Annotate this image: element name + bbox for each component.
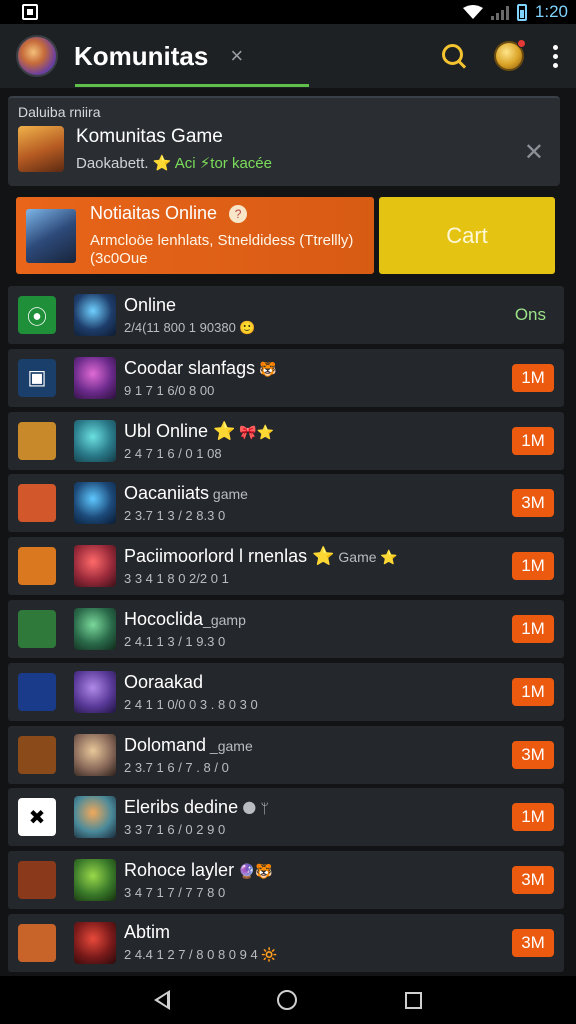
size-badge[interactable]: 1M	[512, 363, 554, 392]
featured-subtitle: Daokabett. ⭐ Aci ⚡tor kacée	[76, 155, 272, 172]
notification-dot	[517, 39, 526, 48]
recent-apps-icon[interactable]	[405, 991, 423, 1009]
game-avatar	[74, 356, 116, 399]
list-item-subtitle: 9 1 7 1 6/0 8 00	[124, 382, 215, 398]
size-badge[interactable]: Ons	[507, 301, 554, 329]
list-item-subtitle: 3 4 7 1 7 / 7 7 8 0	[124, 885, 226, 901]
featured-title: Komunitas Game	[76, 126, 223, 147]
coin-icon[interactable]	[494, 39, 526, 71]
game-avatar	[74, 607, 116, 650]
signal-icon	[490, 4, 509, 20]
list-item-title: Ubl Online ⭐ 🎀⭐	[124, 420, 275, 441]
list-item-title: Paciimoorlord l rnenlas ⭐ Game ⭐	[124, 546, 398, 567]
status-bar: 1:20	[0, 0, 576, 24]
size-badge[interactable]: 3M	[512, 740, 554, 769]
app-icon	[18, 735, 56, 774]
list-item-title: Rohoce layler 🔮🐯	[124, 860, 273, 881]
wifi-icon	[462, 5, 483, 19]
active-tab-indicator	[75, 84, 309, 87]
list-item-title: Dolomand _game	[124, 734, 253, 755]
app-icon: ✖	[18, 798, 56, 837]
list-item[interactable]: Ooraakad 2 4 1 1 0/0 0 3 . 8 0 3 0 1M	[8, 662, 564, 721]
home-icon[interactable]	[277, 990, 298, 1010]
list-item[interactable]: ▣ Coodar slanfags 🐯 9 1 7 1 6/0 8 00 1M	[8, 348, 564, 407]
list-item-subtitle: 2/4(11 800 1 90380 🙂	[124, 319, 256, 335]
game-avatar	[74, 921, 116, 964]
size-badge[interactable]: 3M	[512, 866, 554, 895]
app-icon: ▣	[18, 358, 56, 397]
featured-header: Daluiba rniira	[18, 104, 101, 120]
app-icon	[18, 923, 56, 962]
promo-badge-icon: ?	[229, 205, 248, 223]
app-icon: ⦿	[18, 296, 56, 334]
list-item[interactable]: ✖ Eleribs dedine 🌑 ᛘ 3 3 7 1 6 / 0 2 9 0 1M	[8, 788, 564, 847]
list-item[interactable]: Hococlida_gamp 2 4.1 1 3 / 1 9.3 0 1M	[8, 599, 564, 658]
list-item[interactable]: Abtim 2 4.4 1 2 7 / 8 0 8 0 9 4 🔆 3M	[8, 913, 564, 972]
more-options-icon[interactable]	[550, 44, 560, 68]
app-icon	[18, 861, 56, 900]
list-item-title: Coodar slanfags 🐯	[124, 357, 277, 378]
close-icon[interactable]: ×	[230, 43, 243, 69]
app-icon	[18, 672, 56, 711]
game-avatar	[74, 859, 116, 902]
featured-game-thumbnail	[18, 126, 64, 172]
status-time: 1:20	[534, 2, 568, 21]
list-item-subtitle: 2 4 1 1 0/0 0 3 . 8 0 3 0	[124, 696, 258, 712]
app-bar: Komunitas ×	[0, 24, 576, 88]
list-item-title: Hococlida_gamp	[124, 608, 246, 629]
list-item-title: Oacaniiats game	[124, 483, 248, 504]
size-badge[interactable]: 1M	[512, 677, 554, 706]
list-item-subtitle: 2 3.7 1 6 / 7 . 8 / 0	[124, 759, 229, 775]
list-item-subtitle: 2 4 7 1 6 / 0 1 08	[124, 445, 222, 461]
avatar[interactable]	[16, 35, 58, 77]
search-icon[interactable]	[440, 42, 468, 70]
battery-icon	[516, 3, 527, 21]
list-item[interactable]: Rohoce layler 🔮🐯 3 4 7 1 7 / 7 7 8 0 3M	[8, 851, 564, 910]
size-badge[interactable]: 3M	[512, 489, 554, 518]
featured-notification-card[interactable]: Daluiba rniira Komunitas Game Daokabett.…	[8, 96, 560, 186]
size-badge[interactable]: 1M	[512, 614, 554, 643]
back-icon[interactable]	[153, 990, 170, 1010]
list-item[interactable]: Ubl Online ⭐ 🎀⭐ 2 4 7 1 6 / 0 1 08 1M	[8, 411, 564, 470]
game-avatar	[74, 294, 116, 336]
list-item-subtitle: 3 3 7 1 6 / 0 2 9 0	[124, 822, 226, 838]
size-badge[interactable]: 1M	[512, 552, 554, 581]
size-badge[interactable]: 3M	[512, 928, 554, 957]
promo-title: Notiaitas Online?	[90, 203, 353, 224]
list-item[interactable]: Oacaniiats game 2 3.7 1 3 / 2 8.3 0 3M	[8, 474, 564, 533]
list-item-title: Abtim	[124, 922, 171, 943]
list-item-title: Eleribs dedine 🌑 ᛘ	[124, 797, 269, 818]
cart-button[interactable]: Cart	[379, 197, 555, 274]
list-item-subtitle: 2 4.4 1 2 7 / 8 0 8 0 9 4 🔆	[124, 947, 278, 963]
game-avatar	[74, 419, 116, 462]
list-item[interactable]: Paciimoorlord l rnenlas ⭐ Game ⭐ 3 3 4 1 …	[8, 537, 564, 596]
size-badge[interactable]: 1M	[512, 426, 554, 455]
promo-description: Armcloöe lenhlats, Stneldidess (Ttrellly…	[90, 232, 354, 267]
app-icon	[18, 609, 56, 648]
list-item-title: Ooraakad	[124, 671, 204, 692]
game-avatar	[74, 733, 116, 776]
page-title: Komunitas	[74, 40, 209, 71]
size-badge[interactable]: 1M	[512, 803, 554, 832]
list-item-subtitle: 2 4.1 1 3 / 1 9.3 0	[124, 633, 226, 649]
list-item[interactable]: Dolomand _game 2 3.7 1 6 / 7 . 8 / 0 3M	[8, 725, 564, 784]
game-avatar	[74, 545, 116, 588]
list-item[interactable]: ⦿ Online 2/4(11 800 1 90380 🙂 Ons	[8, 286, 564, 344]
list-item-title: Online	[124, 294, 177, 315]
list-item-subtitle: 3 3 4 1 8 0 2/2 0 1	[124, 571, 229, 587]
app-icon	[18, 547, 56, 586]
list-item-subtitle: 2 3.7 1 3 / 2 8.3 0	[124, 508, 226, 524]
navigation-bar	[0, 976, 576, 1024]
game-avatar	[74, 482, 116, 525]
app-icon	[18, 421, 56, 460]
dismiss-icon[interactable]: ✕	[524, 138, 544, 167]
app-icon	[18, 484, 56, 523]
game-avatar	[74, 796, 116, 839]
game-avatar	[74, 670, 116, 713]
promo-banner[interactable]: Notiaitas Online? Armcloöe lenhlats, Stn…	[16, 197, 374, 274]
notification-icon	[22, 4, 38, 20]
game-list: ⦿ Online 2/4(11 800 1 90380 🙂 Ons ▣ Coodar sl…	[8, 286, 564, 977]
promo-game-thumbnail	[26, 208, 76, 263]
